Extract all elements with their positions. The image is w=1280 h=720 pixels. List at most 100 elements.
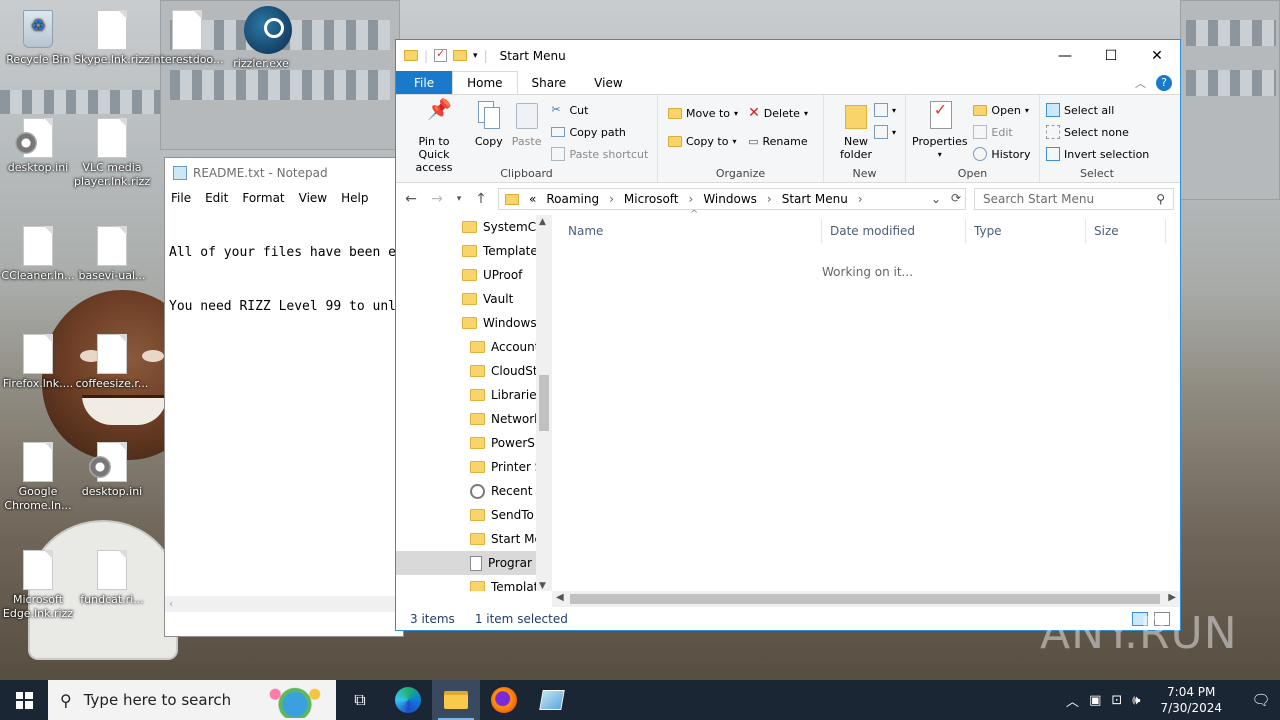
- taskbar-edge[interactable]: [384, 680, 432, 720]
- customize-quick-access-icon[interactable]: ▾: [473, 51, 478, 61]
- tab-share[interactable]: Share: [518, 71, 581, 94]
- nav-item[interactable]: SystemCer: [396, 215, 552, 239]
- new-folder-quick-icon[interactable]: [453, 50, 468, 61]
- address-dropdown-icon[interactable]: ⌄: [931, 192, 941, 206]
- scroll-down-icon[interactable]: ▼: [539, 581, 546, 591]
- delete-button[interactable]: ✕ Delete ▾: [748, 99, 808, 127]
- desktop-icon-edge[interactable]: Microsoft Edge.lnk.rizz: [0, 550, 76, 621]
- file-list[interactable]: ^ Name Date modified Type Size Working o…: [552, 209, 1180, 607]
- column-name[interactable]: Name: [552, 219, 822, 243]
- cut-button[interactable]: ✂ Cut: [551, 99, 648, 121]
- nav-item[interactable]: SendTo: [396, 503, 552, 527]
- desktop-icon-recycle-bin[interactable]: Recycle Bin: [0, 10, 76, 67]
- back-arrow-icon[interactable]: ←: [402, 191, 420, 207]
- nav-item[interactable]: Start Mer: [396, 527, 552, 551]
- address-bar[interactable]: « Roaming › Microsoft › Windows › Start Men…: [498, 188, 966, 210]
- device-icon[interactable]: ▣: [1089, 693, 1101, 708]
- breadcrumb-start-menu[interactable]: Start Menu: [782, 192, 848, 206]
- open-button[interactable]: Open ▾: [973, 99, 1030, 121]
- recent-locations-icon[interactable]: ▾: [454, 194, 464, 204]
- notepad-menu-view[interactable]: View: [299, 191, 327, 205]
- chevron-right-icon[interactable]: ›: [767, 192, 772, 206]
- move-to-button[interactable]: Move to ▾: [668, 99, 738, 127]
- scroll-left-icon[interactable]: ◀: [556, 592, 564, 603]
- nav-item[interactable]: UProof: [396, 263, 552, 287]
- nav-item[interactable]: Prograr: [396, 551, 552, 575]
- scrollbar-thumb[interactable]: [570, 594, 1160, 604]
- desktop-icon-skype[interactable]: Skype.lnk.rizz: [74, 10, 150, 67]
- chevron-right-icon[interactable]: ›: [858, 192, 863, 206]
- scroll-left-icon[interactable]: ‹: [169, 597, 173, 610]
- help-icon[interactable]: ?: [1156, 75, 1172, 91]
- pin-to-quick-access-button[interactable]: 📌 Pin to Quick access: [402, 99, 466, 174]
- nav-item[interactable]: Vault: [396, 287, 552, 311]
- navigation-pane[interactable]: SystemCer Templates UProof Vault Windows Acco…: [396, 215, 552, 591]
- invert-selection-button[interactable]: Invert selection: [1046, 143, 1150, 165]
- notepad-window[interactable]: README.txt - Notepad File Edit Format Vi…: [164, 157, 404, 637]
- nav-item[interactable]: PowerSh: [396, 431, 552, 455]
- nav-item[interactable]: Account: [396, 335, 552, 359]
- edit-button[interactable]: Edit: [973, 121, 1030, 143]
- network-icon[interactable]: ⊡: [1111, 693, 1122, 708]
- desktop-icon-rizzler[interactable]: rizzler.exe: [223, 6, 299, 71]
- notepad-menu-format[interactable]: Format: [242, 191, 284, 205]
- desktop-icon-basevi[interactable]: basevi-ual...: [74, 226, 150, 283]
- column-type[interactable]: Type: [966, 219, 1086, 243]
- collapse-ribbon-icon[interactable]: ︿: [1135, 75, 1146, 91]
- refresh-icon[interactable]: ⟳: [951, 191, 961, 205]
- search-box[interactable]: Search Start Menu ⚲: [974, 188, 1174, 210]
- desktop-icon-chrome[interactable]: Google Chrome.ln...: [0, 442, 76, 513]
- copy-button[interactable]: Copy: [474, 99, 504, 148]
- select-all-button[interactable]: Select all: [1046, 99, 1150, 121]
- select-none-button[interactable]: Select none: [1046, 121, 1150, 143]
- explorer-titlebar[interactable]: | ▾ | Start Menu — ☐ ✕: [396, 40, 1180, 71]
- paste-shortcut-button[interactable]: Paste shortcut: [551, 143, 648, 165]
- nav-item[interactable]: Recent It: [396, 479, 552, 503]
- scrollbar-thumb[interactable]: [539, 375, 549, 431]
- desktop-icon-interestdoo[interactable]: interestdoo...: [149, 10, 225, 67]
- close-button[interactable]: ✕: [1134, 40, 1180, 71]
- tab-view[interactable]: View: [580, 71, 636, 94]
- notepad-text-area[interactable]: All of your files have been e You need R…: [165, 208, 395, 352]
- up-arrow-icon[interactable]: ↑: [472, 191, 490, 207]
- breadcrumb-overflow[interactable]: «: [529, 192, 536, 206]
- nav-item[interactable]: CloudSto: [396, 359, 552, 383]
- maximize-button[interactable]: ☐: [1088, 40, 1134, 71]
- column-size[interactable]: Size: [1086, 219, 1166, 243]
- desktop-icon-desktop-ini-2[interactable]: desktop.ini: [74, 442, 150, 499]
- start-button[interactable]: [0, 680, 48, 720]
- new-item-button[interactable]: ▾: [874, 99, 896, 121]
- notepad-titlebar[interactable]: README.txt - Notepad: [165, 158, 403, 188]
- copy-to-button[interactable]: Copy to ▾: [668, 127, 738, 155]
- taskbar-file-explorer[interactable]: [432, 680, 480, 720]
- chevron-right-icon[interactable]: ›: [609, 192, 614, 206]
- file-explorer-window[interactable]: | ▾ | Start Menu — ☐ ✕ File Home Share V…: [395, 39, 1181, 631]
- notifications-button[interactable]: 🗨: [1242, 680, 1280, 720]
- easy-access-button[interactable]: ▾: [874, 121, 896, 143]
- nav-item[interactable]: Printer Sl: [396, 455, 552, 479]
- tab-home[interactable]: Home: [452, 71, 518, 94]
- copy-path-button[interactable]: Copy path: [551, 121, 648, 143]
- desktop-icon-coffeesize[interactable]: coffeesize.r...: [74, 334, 150, 391]
- notepad-menu-file[interactable]: File: [171, 191, 191, 205]
- show-hidden-icons-icon[interactable]: ︿: [1066, 691, 1079, 710]
- nav-item[interactable]: Templates: [396, 239, 552, 263]
- taskbar-search-box[interactable]: ⚲ Type here to search: [48, 680, 336, 720]
- notepad-menu-help[interactable]: Help: [341, 191, 368, 205]
- paste-button[interactable]: Paste: [512, 99, 542, 148]
- navigation-pane-scrollbar[interactable]: ▲ ▼: [536, 215, 552, 591]
- properties-quick-icon[interactable]: [434, 47, 448, 62]
- nav-item[interactable]: Windows: [396, 311, 552, 335]
- task-view-button[interactable]: ⧉: [336, 680, 384, 720]
- tab-file[interactable]: File: [396, 71, 453, 94]
- clock[interactable]: 7:04 PM 7/30/2024: [1160, 684, 1222, 716]
- volume-icon[interactable]: 🕪: [1132, 693, 1140, 708]
- taskbar-firefox[interactable]: [480, 680, 528, 720]
- minimize-button[interactable]: —: [1042, 40, 1088, 71]
- properties-button[interactable]: ✓ Properties ▾: [912, 99, 968, 161]
- nav-item[interactable]: Libraries: [396, 383, 552, 407]
- forward-arrow-icon[interactable]: →: [428, 191, 446, 207]
- desktop-icon-desktop-ini[interactable]: desktop.ini: [0, 118, 76, 175]
- column-date-modified[interactable]: Date modified: [822, 219, 966, 243]
- new-folder-button[interactable]: New folder: [838, 99, 874, 161]
